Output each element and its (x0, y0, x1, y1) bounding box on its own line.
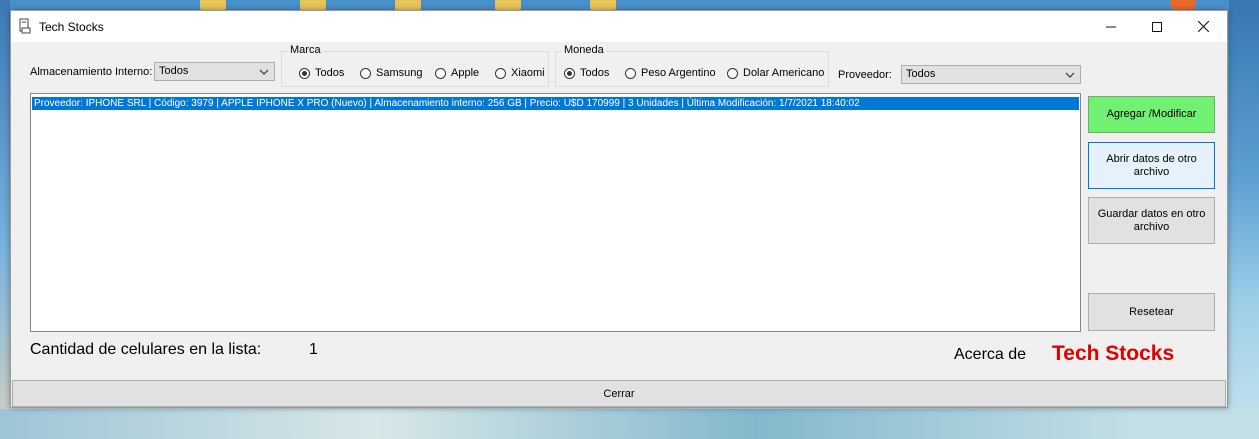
radio-label: Apple (451, 67, 480, 79)
desktop-folder-icon (495, 0, 521, 10)
currency-radio-peso-argentino[interactable]: Peso Argentino (625, 67, 716, 79)
close-icon (1197, 21, 1209, 32)
save-file-button[interactable]: Guardar datos en otro archivo (1088, 197, 1215, 244)
storage-label: Almacenamiento Interno: (30, 66, 153, 78)
about-label: Acerca de (954, 346, 1027, 363)
brand-group-title: Marca (288, 44, 323, 56)
desktop-background-left (0, 0, 10, 439)
radio-label: Todos (580, 67, 610, 79)
list-item[interactable]: Proveedor: IPHONE SRL | Código: 3979 | A… (32, 97, 1079, 110)
storage-select[interactable]: Todos (154, 62, 275, 81)
radio-label: Peso Argentino (641, 67, 716, 79)
desktop-background-bottom (0, 409, 1259, 439)
reset-button[interactable]: Resetear (1088, 293, 1215, 331)
chevron-down-icon (259, 69, 269, 75)
brand-radio-todos[interactable]: Todos (299, 67, 344, 79)
radio-icon (360, 67, 371, 79)
title-bar: Tech Stocks (11, 11, 1227, 42)
provider-label: Proveedor: (838, 69, 892, 81)
currency-radio-dolar-americano[interactable]: Dolar Americano (727, 67, 824, 79)
about-link[interactable]: Tech Stocks (1052, 342, 1174, 366)
storage-select-value: Todos (159, 65, 189, 77)
minimize-button[interactable] (1088, 11, 1134, 42)
radio-selected-icon (299, 67, 310, 79)
maximize-button[interactable] (1134, 11, 1180, 42)
radio-label: Samsung (376, 67, 423, 79)
app-icon (19, 18, 31, 34)
add-modify-button[interactable]: Agregar /Modificar (1088, 96, 1215, 133)
brand-radio-samsung[interactable]: Samsung (360, 67, 422, 79)
phones-listbox[interactable]: Proveedor: IPHONE SRL | Código: 3979 | A… (30, 93, 1081, 332)
open-file-button[interactable]: Abrir datos de otro archivo (1088, 142, 1215, 189)
maximize-icon (1152, 21, 1162, 32)
tech-stocks-window: Tech Stocks Almacenamiento Interno: Todo… (10, 10, 1228, 408)
radio-selected-icon (564, 67, 575, 79)
desktop-folder-icon (590, 0, 616, 10)
minimize-icon (1106, 26, 1116, 27)
window-title: Tech Stocks (39, 20, 104, 34)
desktop-app-icon (1170, 0, 1196, 10)
desktop-folder-icon (395, 0, 421, 10)
radio-icon (727, 67, 738, 79)
phone-count-value: 1 (309, 341, 318, 358)
currency-radio-todos[interactable]: Todos (564, 67, 609, 79)
phone-count-label: Cantidad de celulares en la lista: (30, 341, 262, 358)
desktop-background-right (1229, 0, 1259, 439)
currency-group-title: Moneda (562, 44, 606, 56)
brand-radio-apple[interactable]: Apple (435, 67, 479, 79)
radio-icon (625, 67, 636, 79)
provider-select[interactable]: Todos (901, 65, 1081, 84)
brand-group: Marca Todos Samsung Apple Xiaomi (281, 44, 549, 87)
desktop-folder-icon (300, 0, 326, 10)
currency-group: Moneda Todos Peso Argentino Dolar Americ… (555, 44, 829, 87)
provider-select-value: Todos (906, 68, 936, 80)
radio-icon (495, 67, 506, 79)
close-window-button[interactable] (1180, 11, 1226, 42)
brand-radio-xiaomi[interactable]: Xiaomi (495, 67, 545, 79)
radio-label: Todos (315, 67, 345, 79)
radio-icon (435, 67, 446, 79)
desktop-folder-icon (200, 0, 226, 10)
close-button[interactable]: Cerrar (12, 380, 1226, 407)
chevron-down-icon (1065, 72, 1075, 78)
radio-label: Xiaomi (511, 67, 545, 79)
radio-label: Dolar Americano (743, 67, 825, 79)
